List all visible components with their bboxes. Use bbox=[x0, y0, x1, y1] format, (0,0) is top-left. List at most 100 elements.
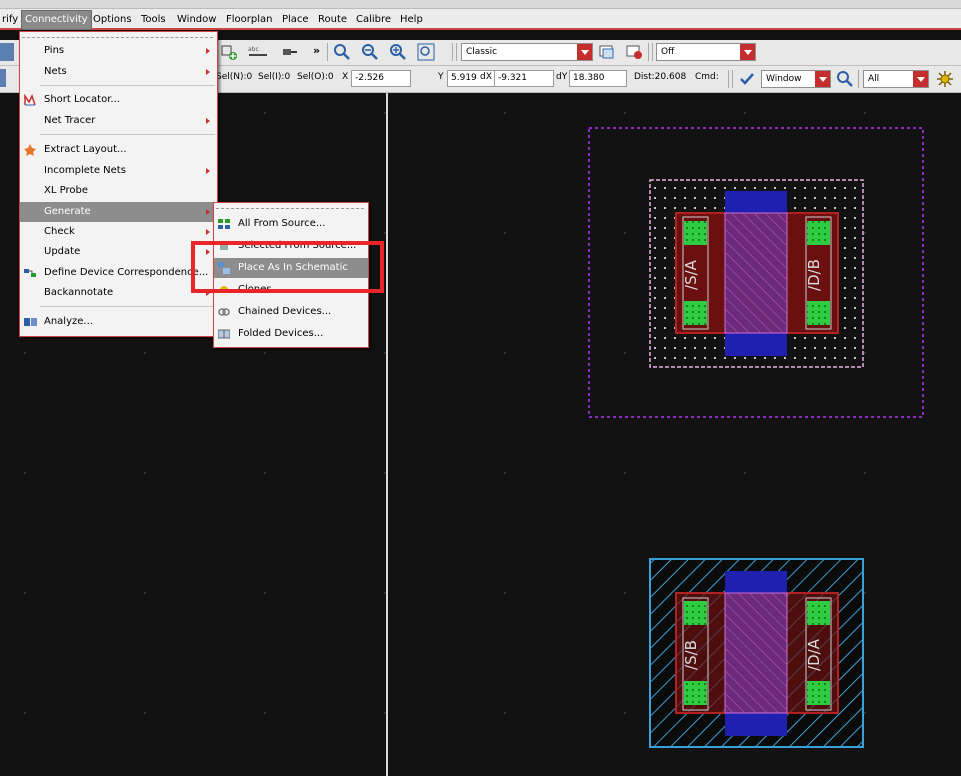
menu-item-label: Net Tracer bbox=[44, 115, 96, 126]
menu-help[interactable]: Help bbox=[398, 12, 425, 28]
contact bbox=[807, 301, 830, 325]
view-mode-value: Classic bbox=[466, 47, 498, 57]
dx-label: dX bbox=[480, 72, 492, 82]
separator bbox=[732, 70, 733, 88]
separator bbox=[728, 70, 729, 88]
menu-separator bbox=[40, 306, 215, 307]
zoom-fit-icon[interactable] bbox=[417, 43, 435, 61]
menu-item-check[interactable]: Check bbox=[20, 222, 217, 242]
menu-route[interactable]: Route bbox=[316, 12, 349, 28]
toolbar-icon[interactable] bbox=[0, 69, 6, 87]
menu-floorplan[interactable]: Floorplan bbox=[224, 12, 274, 28]
menu-item-label: Check bbox=[44, 226, 75, 237]
toolbar-icon[interactable] bbox=[0, 43, 14, 61]
chevron-down-icon[interactable] bbox=[815, 71, 830, 87]
menu-calibre[interactable]: Calibre bbox=[354, 12, 393, 28]
chevron-down-icon[interactable] bbox=[913, 71, 928, 87]
menu-connectivity[interactable]: Connectivity bbox=[21, 10, 92, 30]
tearoff-line[interactable] bbox=[22, 37, 213, 39]
submenu-item-folded-devices[interactable]: Folded Devices... bbox=[214, 324, 368, 344]
menu-item-label: Nets bbox=[44, 66, 67, 77]
menu-item-xl-probe[interactable]: XL Probe bbox=[20, 181, 217, 201]
menubar: rify Connectivity Options Tools Window F… bbox=[0, 9, 961, 30]
highlight-box bbox=[191, 241, 384, 293]
submenu-arrow-icon bbox=[206, 168, 210, 174]
zoom-out-icon[interactable] bbox=[361, 43, 379, 61]
menu-item-define-device-correspondence[interactable]: Define Device Correspondence... bbox=[20, 263, 217, 283]
menu-options[interactable]: Options bbox=[91, 12, 134, 28]
menu-place[interactable]: Place bbox=[280, 12, 311, 28]
menu-item-incomplete-nets[interactable]: Incomplete Nets bbox=[20, 161, 217, 181]
short-locator-icon bbox=[24, 93, 36, 106]
separator bbox=[456, 43, 457, 61]
window-select-value: Window bbox=[766, 74, 802, 84]
menu-item-label: Analyze... bbox=[44, 316, 93, 327]
menu-item-label: Pins bbox=[44, 45, 65, 56]
gear-icon[interactable] bbox=[936, 70, 954, 88]
analyze-icon bbox=[24, 316, 37, 328]
pin-icon[interactable] bbox=[280, 43, 298, 61]
source-net-label: /S/A bbox=[682, 259, 700, 290]
display-options-icon[interactable] bbox=[625, 43, 643, 61]
x-coord-field[interactable]: -2.526 bbox=[351, 70, 411, 87]
menu-verify[interactable]: rify bbox=[0, 12, 20, 28]
search-icon[interactable] bbox=[836, 70, 854, 88]
distance-readout: Dist:20.608 bbox=[634, 72, 687, 82]
dx-field[interactable]: -9.321 bbox=[494, 70, 554, 87]
chained-devices-icon bbox=[218, 306, 230, 318]
contact bbox=[684, 601, 707, 625]
svg-text:abc: abc bbox=[248, 46, 259, 53]
contact bbox=[807, 681, 830, 705]
menu-window[interactable]: Window bbox=[175, 12, 218, 28]
menu-item-backannotate[interactable]: Backannotate bbox=[20, 283, 217, 303]
add-icon[interactable] bbox=[220, 43, 238, 61]
menu-item-update[interactable]: Update bbox=[20, 242, 217, 262]
palette-icon[interactable] bbox=[598, 43, 616, 61]
schematic-divider-line bbox=[386, 93, 388, 776]
dy-field[interactable]: 18.380 bbox=[569, 70, 627, 87]
chevron-down-icon[interactable] bbox=[577, 44, 592, 60]
menu-item-analyze[interactable]: Analyze... bbox=[20, 312, 217, 332]
menu-item-label: Chained Devices... bbox=[238, 306, 332, 317]
window-title-strip bbox=[0, 0, 961, 9]
menu-item-generate[interactable]: Generate bbox=[20, 202, 217, 222]
y-coord-label: Y bbox=[438, 72, 444, 82]
tearoff-line[interactable] bbox=[216, 208, 364, 210]
filter-select-value: All bbox=[868, 74, 880, 84]
submenu-item-all-from-source[interactable]: All From Source... bbox=[214, 214, 368, 234]
snap-mode-value: Off bbox=[661, 47, 675, 57]
contact bbox=[684, 221, 707, 245]
filter-select[interactable]: All bbox=[863, 70, 929, 88]
window-select[interactable]: Window bbox=[761, 70, 831, 88]
toolbar-overflow[interactable]: » bbox=[313, 42, 320, 59]
view-mode-select[interactable]: Classic bbox=[461, 43, 593, 61]
menu-tools[interactable]: Tools bbox=[139, 12, 168, 28]
menu-item-label: Incomplete Nets bbox=[44, 165, 126, 176]
submenu-arrow-icon bbox=[206, 118, 210, 124]
checkmark-icon[interactable] bbox=[738, 70, 756, 88]
contact bbox=[807, 601, 830, 625]
gate-hatch bbox=[725, 593, 787, 713]
menu-item-label: Update bbox=[44, 246, 81, 257]
snap-mode-select[interactable]: Off bbox=[656, 43, 756, 61]
menu-item-extract-layout[interactable]: Extract Layout... bbox=[20, 140, 217, 160]
x-coord-label: X bbox=[342, 72, 349, 82]
chevron-down-icon[interactable] bbox=[740, 44, 755, 60]
menu-item-pins[interactable]: Pins bbox=[20, 41, 217, 61]
menu-item-net-tracer[interactable]: Net Tracer bbox=[20, 111, 217, 131]
contact bbox=[807, 221, 830, 245]
menu-item-label: XL Probe bbox=[44, 185, 88, 196]
separator bbox=[452, 43, 453, 61]
zoom-in-icon[interactable] bbox=[389, 43, 407, 61]
menu-separator bbox=[40, 85, 215, 86]
device-correspondence-icon bbox=[24, 267, 36, 279]
menu-item-short-locator[interactable]: Short Locator... bbox=[20, 90, 217, 110]
selection-count-i: Sel(I):0 bbox=[258, 72, 291, 82]
device-bottom[interactable]: /S/B /D/A bbox=[649, 558, 864, 748]
menu-item-label: All From Source... bbox=[238, 218, 326, 229]
submenu-item-chained-devices[interactable]: Chained Devices... bbox=[214, 302, 368, 322]
menu-item-nets[interactable]: Nets bbox=[20, 62, 217, 82]
label-icon[interactable]: abc bbox=[247, 43, 267, 61]
zoom-icon[interactable] bbox=[333, 43, 351, 61]
selection-count-o: Sel(O):0 bbox=[297, 72, 334, 82]
